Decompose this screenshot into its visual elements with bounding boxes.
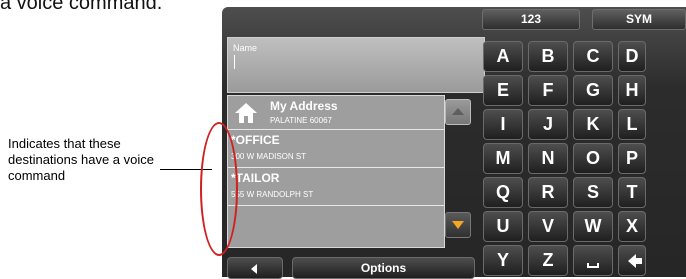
key-v[interactable]: V	[528, 211, 568, 242]
key-l[interactable]: L	[618, 109, 646, 140]
list-item-office[interactable]: *OFFICE 300 W MADISON ST	[228, 130, 444, 168]
key-c[interactable]: C	[573, 41, 613, 72]
back-arrow-icon	[251, 264, 257, 274]
destination-list: My Address PALATINE 60067 *OFFICE 300 W …	[227, 95, 445, 248]
list-item-my-address[interactable]: My Address PALATINE 60067	[228, 96, 444, 130]
tab-numbers[interactable]: 123	[482, 9, 580, 30]
key-q[interactable]: Q	[483, 177, 523, 208]
destination-name: My Address	[270, 99, 338, 113]
key-j[interactable]: J	[528, 109, 568, 140]
destination-address: PALATINE 60067	[270, 116, 332, 125]
key-d[interactable]: D	[618, 41, 646, 72]
key-s[interactable]: S	[573, 177, 613, 208]
text-caret	[234, 55, 235, 69]
destination-address: 300 W MADISON ST	[231, 152, 307, 161]
scroll-up-button[interactable]	[445, 99, 471, 125]
list-item-tailor[interactable]: *TAILOR 555 W RANDOLPH ST	[228, 168, 444, 206]
backspace-key[interactable]	[618, 245, 646, 276]
key-k[interactable]: K	[573, 109, 613, 140]
key-p[interactable]: P	[618, 143, 646, 174]
key-a[interactable]: A	[483, 41, 523, 72]
key-m[interactable]: M	[483, 143, 523, 174]
key-h[interactable]: H	[618, 75, 646, 106]
key-w[interactable]: W	[573, 211, 613, 242]
triangle-up-icon	[452, 108, 464, 115]
key-z[interactable]: Z	[528, 245, 568, 276]
tab-symbols[interactable]: SYM	[592, 9, 686, 30]
back-button[interactable]	[227, 257, 283, 279]
destination-name: *TAILOR	[231, 171, 280, 185]
triangle-down-icon	[452, 221, 464, 229]
space-icon	[587, 263, 599, 268]
destination-address: 555 W RANDOLPH ST	[231, 190, 314, 199]
home-icon	[235, 103, 257, 123]
options-button[interactable]: Options	[292, 257, 475, 279]
name-input[interactable]: Name	[227, 37, 485, 93]
key-u[interactable]: U	[483, 211, 523, 242]
key-y[interactable]: Y	[483, 245, 523, 276]
name-placeholder: Name	[233, 43, 258, 53]
callout-leader-line	[160, 169, 212, 170]
navigation-device-screen: Name My Address PALATINE 60067 *OFFICE 3…	[222, 7, 686, 279]
key-o[interactable]: O	[573, 143, 613, 174]
callout-annotation: Indicates that these destinations have a…	[8, 136, 154, 183]
key-n[interactable]: N	[528, 143, 568, 174]
key-r[interactable]: R	[528, 177, 568, 208]
scroll-down-button[interactable]	[445, 212, 471, 238]
key-i[interactable]: I	[483, 109, 523, 140]
document-text: a voice command.	[0, 0, 163, 14]
destination-name: *OFFICE	[231, 133, 280, 147]
key-b[interactable]: B	[528, 41, 568, 72]
key-x[interactable]: X	[618, 211, 646, 242]
space-key[interactable]	[573, 245, 613, 276]
key-t[interactable]: T	[618, 177, 646, 208]
key-e[interactable]: E	[483, 75, 523, 106]
key-f[interactable]: F	[528, 75, 568, 106]
key-g[interactable]: G	[573, 75, 613, 106]
